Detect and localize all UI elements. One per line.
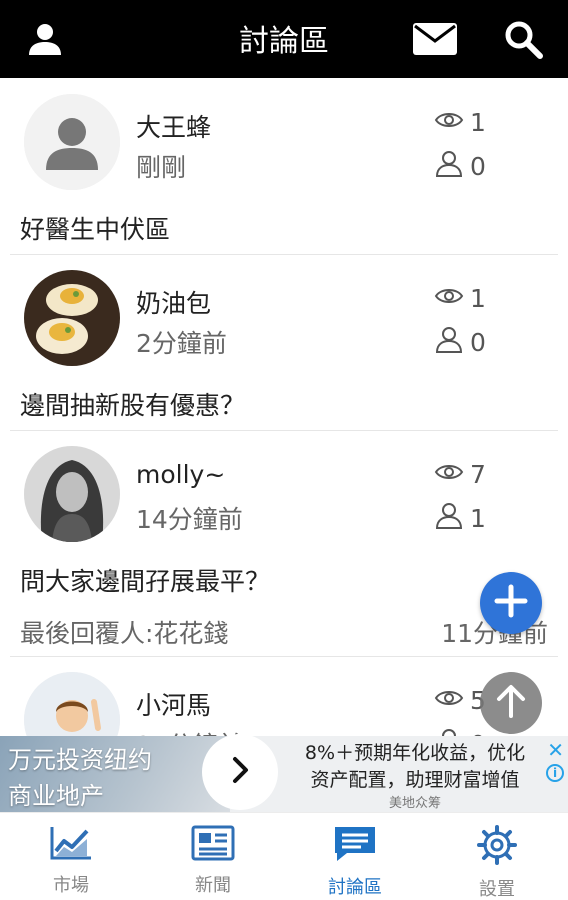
post-time: 剛剛 (136, 153, 187, 182)
ad-image[interactable]: 万元投资纽约 商业地产 (0, 736, 230, 812)
reply-count: 1 (434, 500, 486, 536)
chevron-right-icon (227, 755, 253, 789)
ad-info-icon[interactable]: i (546, 764, 564, 782)
person-icon (434, 148, 470, 184)
nav-item-forum[interactable]: 討論區 (284, 813, 426, 900)
mail-icon[interactable] (410, 14, 460, 64)
last-reply-user: 最後回覆人:花花錢 (20, 619, 229, 648)
bottom-navigation: 市場 新聞 討論區 設置 (0, 812, 568, 900)
post-author[interactable]: 奶油包 (136, 284, 211, 320)
post-item[interactable]: molly~ 14分鐘前 7 1 問大家邊間孖展最平？ 最後回覆人:花花錢 11… (0, 430, 568, 657)
nav-item-news[interactable]: 新聞 (142, 813, 284, 900)
reply-count-value: 0 (470, 151, 486, 181)
ad-advertiser: 美地众筹 (388, 796, 441, 811)
ad-headline-line1: 万元投资纽约 (8, 746, 152, 774)
post-item[interactable]: 大王蜂 剛剛 1 0 好醫生中伏區 (0, 78, 568, 255)
portrait-photo-avatar[interactable] (24, 446, 120, 542)
post-author[interactable]: 小河馬 (136, 686, 211, 722)
top-app-bar: 討論區 (0, 0, 568, 78)
view-count-value: 1 (470, 284, 486, 313)
gear-icon (477, 825, 517, 869)
person-icon (434, 500, 470, 536)
arrow-up-icon (494, 683, 528, 723)
person-icon (434, 324, 470, 360)
view-count: 1 (434, 108, 486, 137)
new-post-button[interactable] (480, 572, 542, 634)
nav-item-market[interactable]: 市場 (0, 813, 142, 900)
view-count-value: 7 (470, 460, 486, 489)
view-count-value: 1 (470, 108, 486, 137)
ad-close-icon[interactable]: ✕ (547, 738, 564, 762)
reply-count: 0 (434, 148, 486, 184)
nav-item-settings[interactable]: 設置 (426, 813, 568, 900)
ad-banner[interactable]: 万元投资纽约 商业地产 8%＋预期年化收益，优化 资产配置，助理财富增值 美地众… (0, 736, 568, 812)
chat-icon (333, 825, 377, 867)
reply-count: 0 (434, 324, 486, 360)
nav-label: 設置 (479, 879, 515, 900)
ad-open-button[interactable] (202, 734, 278, 810)
post-title[interactable]: 問大家邊間孖展最平？ (20, 562, 270, 598)
scroll-to-top-button[interactable] (480, 672, 542, 734)
nav-label: 市場 (53, 875, 89, 896)
post-title[interactable]: 好醫生中伏區 (20, 210, 170, 246)
view-count: 1 (434, 284, 486, 313)
ad-text[interactable]: 8%＋预期年化收益，优化 资产配置，助理财富增值 美地众筹 (284, 736, 546, 812)
post-time: 14分鐘前 (136, 505, 243, 534)
view-count: 5 (434, 686, 486, 715)
eye-icon (434, 460, 470, 489)
reply-count-value: 0 (470, 327, 486, 357)
ad-headline-line2: 商业地产 (8, 782, 104, 810)
search-icon[interactable] (498, 14, 548, 64)
ad-body-line2: 资产配置，助理财富增值 (310, 769, 520, 791)
eye-icon (434, 108, 470, 137)
plus-icon (494, 584, 528, 622)
eye-icon (434, 686, 470, 715)
reply-count-value: 1 (470, 503, 486, 533)
view-count: 7 (434, 460, 486, 489)
chart-icon (49, 825, 93, 865)
page-title: 討論區 (239, 24, 329, 59)
nav-label: 新聞 (195, 875, 231, 896)
post-item[interactable]: 奶油包 2分鐘前 1 0 邊間抽新股有優惠？ (0, 254, 568, 431)
default-avatar[interactable] (24, 94, 120, 190)
food-photo-avatar[interactable] (24, 270, 120, 366)
ad-body-line1: 8%＋预期年化收益，优化 (304, 742, 526, 764)
post-time: 2分鐘前 (136, 329, 227, 358)
eye-icon (434, 284, 470, 313)
post-author[interactable]: 大王蜂 (136, 108, 211, 144)
nav-label: 討論區 (328, 877, 382, 898)
post-author[interactable]: molly~ (136, 460, 225, 489)
news-icon (191, 825, 235, 865)
post-title[interactable]: 邊間抽新股有優惠？ (20, 386, 245, 422)
